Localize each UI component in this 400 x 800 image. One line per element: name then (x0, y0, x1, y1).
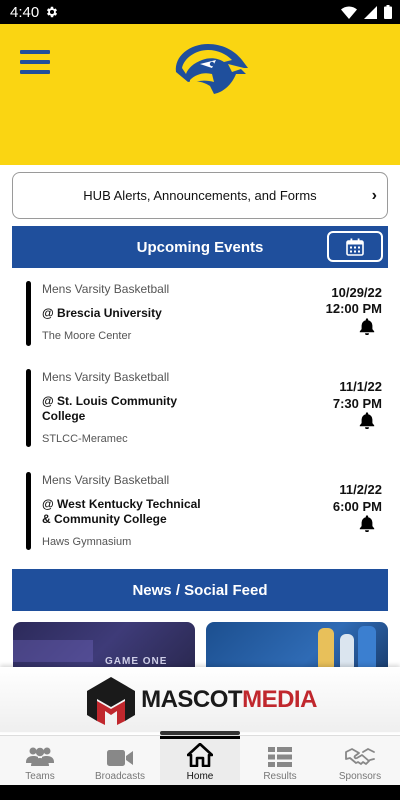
player-figure (358, 626, 376, 672)
event-venue: The Moore Center (42, 330, 132, 342)
player-figure (318, 628, 334, 672)
sponsor-banner[interactable]: MASCOTMEDIA (0, 667, 400, 732)
nav-item-broadcasts[interactable]: Broadcasts (80, 736, 160, 785)
system-nav-bar (0, 785, 400, 800)
calendar-button[interactable] (327, 231, 383, 262)
news-feed-title: News / Social Feed (132, 581, 268, 599)
gear-icon (45, 5, 59, 19)
event-time: 7:30 PM (332, 396, 382, 411)
event-item[interactable]: Mens Varsity Basketball @ West Kentucky … (26, 472, 382, 552)
wifi-icon (341, 5, 357, 19)
bell-icon[interactable] (358, 411, 376, 429)
event-date: 10/29/22 (331, 285, 382, 300)
event-date: 11/1/22 (339, 379, 382, 394)
nav-label: Teams (25, 771, 55, 782)
event-sport: Mens Varsity Basketball (42, 282, 170, 296)
event-accent-bar (26, 369, 31, 447)
nav-item-results[interactable]: Results (240, 736, 320, 785)
app-screen: 4:40 HUB Alerts, Announcements, and Form… (0, 0, 400, 800)
news-card[interactable] (206, 622, 388, 672)
eagle-mascot-logo (175, 44, 248, 94)
status-bar: 4:40 (0, 0, 400, 24)
home-icon (187, 743, 213, 767)
nav-label: Home (186, 771, 214, 782)
event-date: 11/2/22 (339, 482, 382, 497)
nav-label: Results (263, 771, 297, 782)
event-sport: Mens Varsity Basketball (42, 370, 170, 384)
event-time: 12:00 PM (325, 301, 382, 316)
event-item[interactable]: Mens Varsity Basketball @ St. Louis Comm… (26, 369, 382, 449)
event-accent-bar (26, 472, 31, 550)
results-list-icon (268, 747, 292, 767)
hub-alerts-label: HUB Alerts, Announcements, and Forms (83, 188, 317, 203)
event-opponent: @ St. Louis Community College (42, 394, 178, 423)
nav-label: Broadcasts (94, 771, 146, 782)
event-venue: STLCC-Meramec (42, 433, 128, 445)
event-venue: Haws Gymnasium (42, 536, 132, 548)
event-opponent: @ Brescia University (42, 306, 162, 320)
event-opponent: @ West Kentucky Technical & Community Co… (42, 497, 201, 526)
bell-icon[interactable] (358, 514, 376, 532)
hamburger-icon[interactable] (20, 50, 50, 74)
calendar-icon (346, 238, 364, 256)
bottom-nav: Teams Broadcasts Home Results Sponsors (0, 735, 400, 785)
sponsor-name: MASCOTMEDIA (141, 686, 317, 714)
nav-label: Sponsors (338, 771, 382, 782)
nav-item-sponsors[interactable]: Sponsors (320, 736, 400, 785)
signal-icon (364, 5, 377, 19)
card-image-decoration (13, 640, 93, 662)
event-item[interactable]: Mens Varsity Basketball @ Brescia Univer… (26, 281, 382, 347)
news-card-text: GAME ONE (105, 656, 168, 667)
nav-item-teams[interactable]: Teams (0, 736, 80, 785)
nav-item-home[interactable]: Home (160, 736, 240, 785)
video-camera-icon (107, 750, 133, 766)
chevron-right-icon: › (371, 187, 377, 204)
news-card[interactable]: GAME ONE (13, 622, 195, 672)
app-header (0, 24, 400, 165)
bell-icon[interactable] (358, 317, 376, 335)
status-time: 4:40 (10, 3, 40, 21)
handshake-icon (345, 747, 375, 765)
news-feed-header: News / Social Feed (12, 569, 388, 611)
hub-alerts-button[interactable]: HUB Alerts, Announcements, and Forms › (12, 172, 388, 219)
battery-icon (384, 5, 392, 19)
event-accent-bar (26, 281, 31, 346)
upcoming-events-header: Upcoming Events (12, 226, 388, 268)
event-sport: Mens Varsity Basketball (42, 473, 170, 487)
sponsor-name-part2: MEDIA (242, 685, 317, 713)
event-time: 6:00 PM (332, 499, 382, 514)
teams-icon (26, 747, 54, 766)
mascot-media-logo-icon (87, 676, 136, 725)
upcoming-events-title: Upcoming Events (136, 238, 264, 256)
sponsor-name-part1: MASCOT (141, 685, 243, 713)
